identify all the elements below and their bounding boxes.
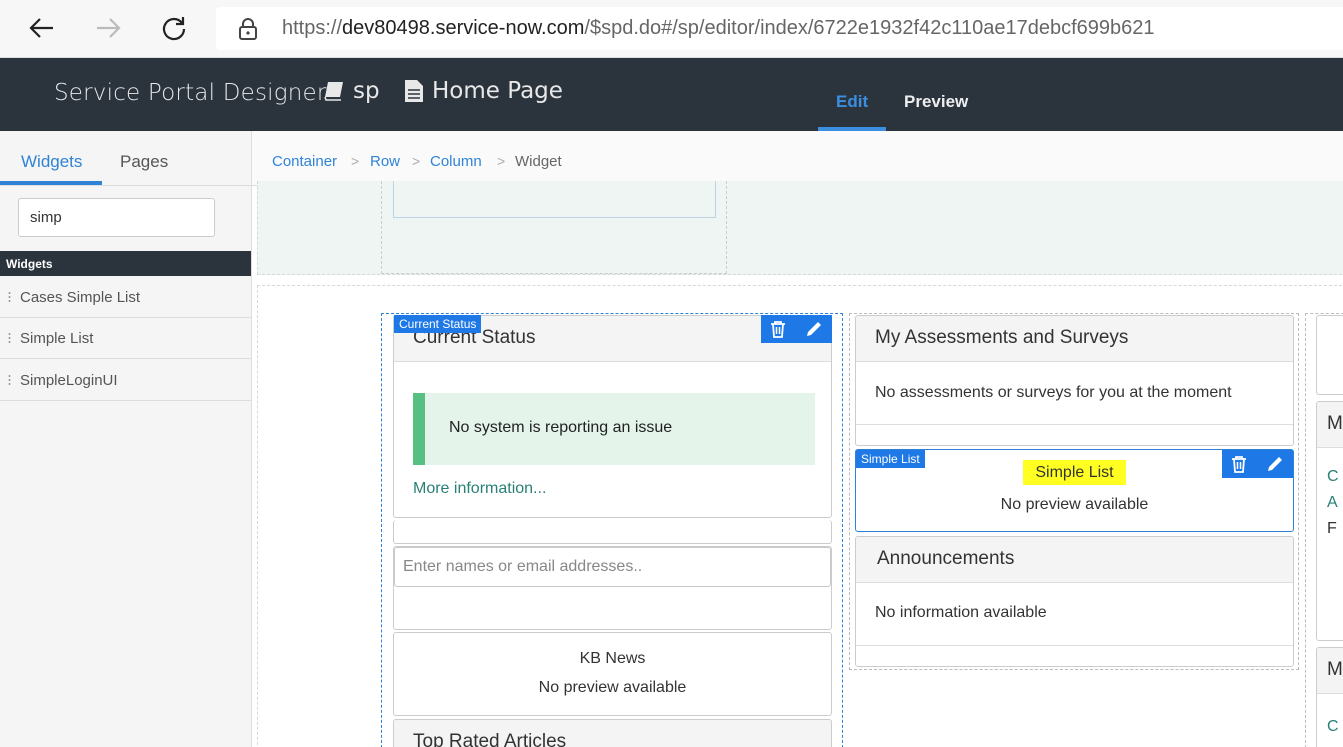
designer-title: Service Portal Designer [54, 80, 327, 106]
drag-handle-icon[interactable] [8, 373, 11, 387]
people-search-widget[interactable]: Enter names or email addresses.. [393, 546, 832, 630]
widgets-section-header: Widgets [0, 251, 251, 276]
widget-item-cases-simple-list[interactable]: Cases Simple List [0, 277, 251, 318]
reload-button[interactable] [156, 10, 192, 46]
tab-widgets[interactable]: Widgets [21, 152, 82, 172]
book-icon [324, 82, 343, 101]
widget-actions [761, 315, 832, 343]
breadcrumb-separator: > [351, 153, 360, 169]
drag-handle-icon[interactable] [8, 331, 11, 345]
simple-list-title-highlight: Simple List [1023, 460, 1126, 485]
url-path: /$spd.do#/sp/editor/index/6722e1932f42c1… [584, 17, 1155, 39]
back-arrow-icon [29, 18, 53, 38]
address-bar[interactable]: https://dev80498.service-now.com/$spd.do… [216, 7, 1343, 50]
right-link-3[interactable]: C [1327, 718, 1339, 736]
widget-item-label: Simple List [20, 329, 94, 347]
status-message: No system is reporting an issue [413, 393, 815, 465]
more-information-link[interactable]: More information... [413, 480, 546, 498]
simple-list-subtitle: No preview available [1000, 496, 1149, 513]
page-name: Home Page [432, 78, 563, 104]
breadcrumb-separator: > [497, 153, 506, 169]
widget-label-current-status: Current Status [394, 315, 482, 333]
assessments-widget[interactable]: My Assessments and Surveys No assessment… [855, 315, 1294, 446]
widget-search-input[interactable] [18, 198, 215, 237]
widget-item-simple-list[interactable]: Simple List [0, 318, 251, 359]
url-text: https://dev80498.service-now.com/$spd.do… [282, 17, 1155, 40]
right-link-1[interactable]: C [1327, 468, 1339, 486]
announcements-title: Announcements [856, 537, 1293, 583]
designer-header: Service Portal Designer sp Home Page Edi… [0, 58, 1343, 131]
top-rated-articles-widget[interactable]: Top Rated Articles [393, 719, 832, 747]
assessments-title: My Assessments and Surveys [856, 316, 1293, 362]
lock-icon [239, 18, 257, 40]
divider [856, 424, 1293, 425]
breadcrumb-widget: Widget [515, 153, 562, 170]
kb-news-widget[interactable]: KB News No preview available [393, 632, 832, 716]
right-link-2[interactable]: A [1327, 494, 1338, 512]
right-text-1: F [1327, 520, 1337, 537]
pencil-icon[interactable] [1266, 455, 1284, 473]
forward-button[interactable] [90, 10, 126, 46]
reload-icon [162, 17, 186, 41]
divider [856, 645, 1293, 646]
current-status-widget[interactable]: Current Status No system is reporting an… [393, 315, 832, 518]
page-canvas: Current Status No system is reporting an… [252, 181, 1343, 747]
url-host: dev80498.service-now.com [342, 17, 585, 39]
right-widget-3-title: M [1317, 648, 1343, 694]
breadcrumb: Container > Row > Column > Widget [252, 131, 1343, 186]
column-middle[interactable]: My Assessments and Surveys No assessment… [849, 313, 1299, 670]
kb-news-subtitle: No preview available [538, 679, 687, 696]
widget-top[interactable] [393, 181, 716, 218]
right-widget-2-title: M [1317, 402, 1343, 448]
right-widget-2[interactable]: M C A F [1316, 401, 1343, 641]
drag-handle-icon[interactable] [8, 290, 11, 304]
widget-item-simpleloginui[interactable]: SimpleLoginUI [0, 360, 251, 401]
announcements-body: No information available [875, 604, 1047, 621]
widget-item-label: SimpleLoginUI [20, 371, 118, 389]
tab-edit[interactable]: Edit [836, 92, 868, 112]
tab-preview[interactable]: Preview [904, 92, 968, 112]
breadcrumb-row[interactable]: Row [370, 153, 400, 170]
breadcrumb-container[interactable]: Container [272, 153, 337, 170]
breadcrumb-separator: > [412, 153, 421, 169]
widget-item-label: Cases Simple List [20, 288, 141, 306]
column-right[interactable]: M C A F M C [1305, 313, 1343, 747]
widget-spacer [393, 520, 832, 544]
widget-actions [1222, 450, 1293, 478]
trash-icon[interactable] [770, 320, 786, 338]
back-button[interactable] [24, 10, 60, 46]
file-icon [405, 80, 423, 102]
widget-label-simple-list: Simple List [856, 450, 925, 468]
forward-arrow-icon [97, 18, 121, 38]
widget-sidebar: Widgets Pages Widgets Cases Simple List … [0, 131, 252, 747]
trash-icon[interactable] [1231, 455, 1247, 473]
column-left[interactable]: Current Status No system is reporting an… [381, 313, 843, 747]
assessments-body: No assessments or surveys for you at the… [875, 384, 1232, 401]
right-widget-1[interactable] [1316, 315, 1343, 395]
breadcrumb-column[interactable]: Column [430, 153, 482, 170]
top-rated-articles-title: Top Rated Articles [394, 720, 831, 747]
page-selector[interactable]: Home Page [404, 78, 563, 104]
pencil-icon[interactable] [805, 320, 823, 338]
kb-news-title: KB News [579, 650, 646, 667]
portal-selector[interactable]: sp [323, 78, 380, 104]
url-prefix: https:// [282, 17, 343, 39]
column-top[interactable] [381, 181, 727, 274]
browser-toolbar: https://dev80498.service-now.com/$spd.do… [0, 0, 1343, 58]
tab-pages[interactable]: Pages [120, 152, 168, 172]
announcements-widget[interactable]: Announcements No information available [855, 536, 1294, 667]
right-widget-3[interactable]: M C [1316, 647, 1343, 747]
people-search-input[interactable]: Enter names or email addresses.. [394, 547, 831, 587]
sidebar-tabs-divider [0, 185, 251, 186]
portal-name: sp [353, 78, 380, 104]
